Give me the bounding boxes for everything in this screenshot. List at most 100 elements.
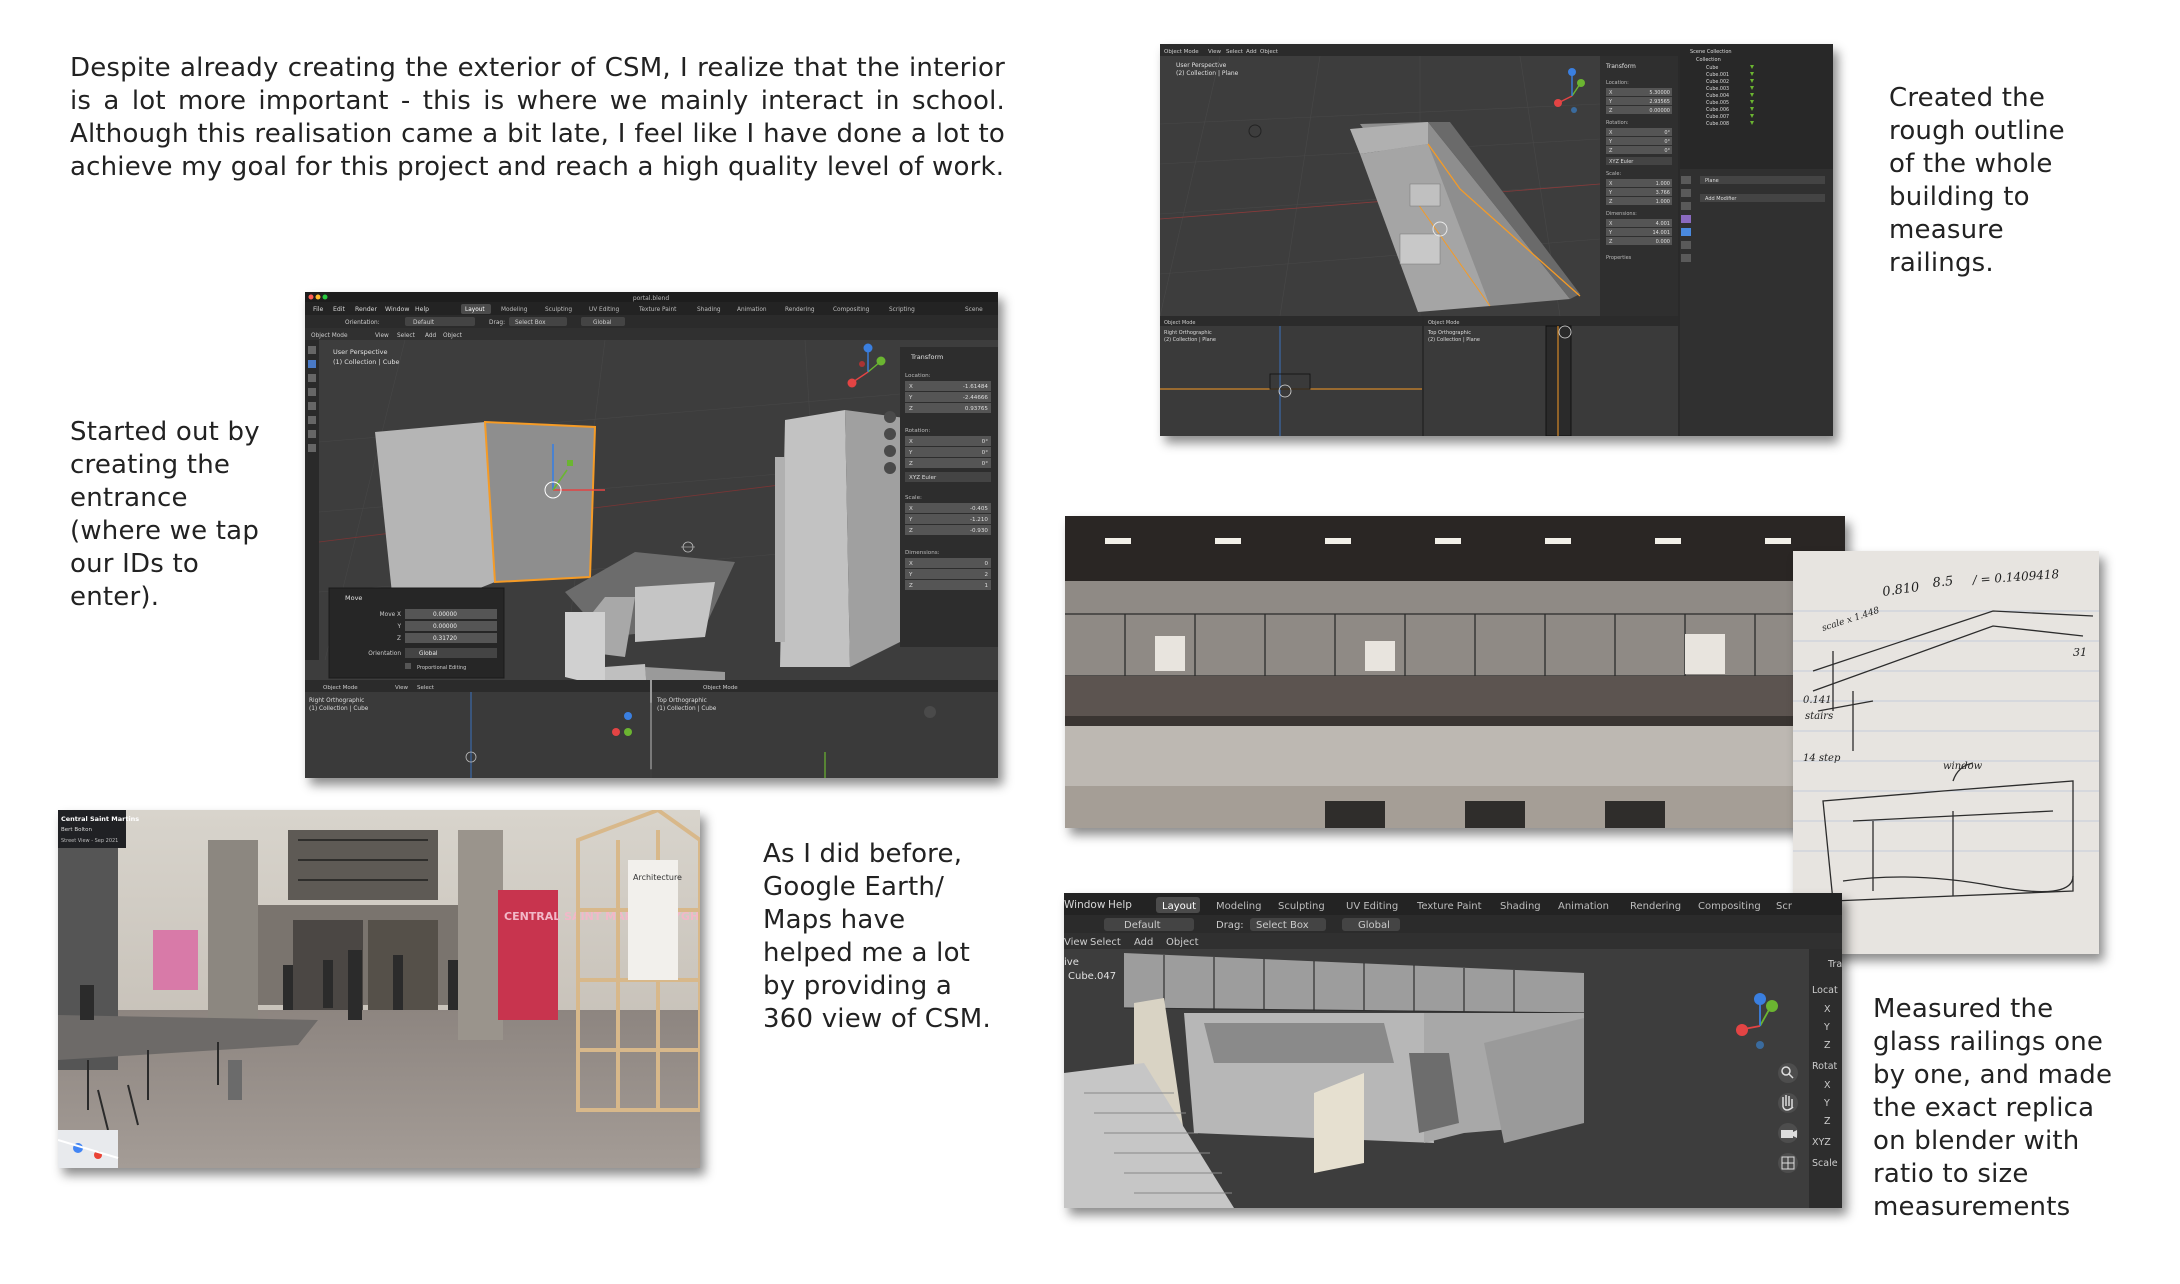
add-menu[interactable]: Add — [1246, 49, 1257, 55]
sketch-note-3: 14 step — [1803, 753, 1841, 764]
view-menu[interactable]: View — [1208, 49, 1222, 55]
tab-sculpting[interactable]: Sculpting — [545, 307, 572, 313]
tab-rendering[interactable]: Rendering — [785, 307, 815, 313]
svg-text:Location:: Location: — [905, 373, 931, 379]
tab-compositing[interactable]: Compositing — [833, 307, 870, 313]
intro-paragraph: Despite already creating the exterior of… — [70, 53, 1005, 182]
menu-window[interactable]: Window — [385, 306, 409, 313]
svg-text:0.00000: 0.00000 — [433, 612, 457, 618]
tab-sculpting[interactable]: Sculpting — [1278, 901, 1325, 912]
viewport-subtitle: (1) Collection | Cube — [333, 358, 400, 366]
tab-shading[interactable]: Shading — [1500, 901, 1541, 912]
tab-texture-paint[interactable]: Texture Paint — [638, 307, 677, 313]
view-menu[interactable]: View — [375, 333, 389, 339]
bottom-right-viewport[interactable]: Object Mode Top Orthographic (1) Collect… — [652, 680, 998, 778]
transform-panel: Transform Location: X -1.61484 Y -2.44666 … — [900, 347, 998, 647]
object-menu[interactable]: Object — [1260, 49, 1279, 55]
svg-text:Collection: Collection — [1696, 57, 1721, 63]
menu-help[interactable]: Help — [1108, 899, 1132, 911]
menu-help[interactable]: Help — [415, 306, 429, 313]
minimap[interactable] — [58, 1130, 119, 1168]
svg-text:Global: Global — [1358, 920, 1390, 931]
svg-text:Bert Bolton: Bert Bolton — [61, 827, 93, 833]
svg-text:4.001: 4.001 — [1656, 221, 1670, 227]
select-menu[interactable]: Select — [1090, 937, 1121, 948]
svg-text:Rotation:: Rotation: — [905, 428, 930, 434]
svg-text:Z: Z — [1609, 148, 1613, 154]
window-title: portal.blend — [633, 295, 670, 302]
object-menu[interactable]: Object — [443, 333, 463, 339]
tab-uv-editing[interactable]: UV Editing — [589, 307, 620, 313]
svg-text:0.000: 0.000 — [1656, 239, 1670, 245]
tab-rendering[interactable]: Rendering — [1630, 901, 1681, 912]
add-menu[interactable]: Add — [425, 333, 437, 339]
svg-text:Select: Select — [417, 685, 435, 691]
viewport-subtitle: Cube.047 — [1068, 971, 1116, 982]
svg-text:2: 2 — [984, 572, 988, 578]
svg-text:14.001: 14.001 — [1653, 230, 1671, 236]
bottom-left-viewport[interactable]: Object Mode Right Orthographic (2) Colle… — [1160, 316, 1422, 436]
svg-text:Tra: Tra — [1827, 959, 1842, 970]
menu-window[interactable]: Window — [1064, 899, 1106, 911]
svg-text:0°: 0° — [1664, 139, 1670, 145]
svg-text:X: X — [1824, 1080, 1831, 1091]
svg-text:Transform: Transform — [910, 353, 943, 361]
outliner-panel[interactable]: Scene Collection Collection Cube Cube.00… — [1680, 44, 1833, 436]
svg-text:Default: Default — [1124, 920, 1161, 931]
svg-text:Cube.002: Cube.002 — [1706, 79, 1729, 85]
move-operator-panel[interactable]: Move Move X 0.00000 Y 0.00000 Z 0.31720 … — [328, 587, 505, 679]
tab-uv-editing[interactable]: UV Editing — [1346, 901, 1398, 912]
board-label: Architecture — [633, 873, 682, 882]
select-menu[interactable]: Select — [1226, 49, 1244, 55]
transform-panel: Transform Location: X 5.30000 Y 2.93565 Z0… — [1600, 56, 1678, 316]
svg-text:0.00000: 0.00000 — [433, 624, 457, 630]
svg-text:(2) Collection | Plane: (2) Collection | Plane — [1428, 337, 1480, 343]
mode-menu[interactable]: Object Mode — [1164, 49, 1199, 55]
tab-texture-paint[interactable]: Texture Paint — [1416, 901, 1482, 912]
tab-scripting[interactable]: Scripting — [889, 307, 915, 313]
menu-file[interactable]: File — [313, 306, 324, 313]
object-menu[interactable]: Object — [1166, 937, 1199, 948]
svg-text:Orientation: Orientation — [368, 651, 401, 657]
menu-edit[interactable]: Edit — [333, 306, 346, 313]
svg-text:Proportional Editing: Proportional Editing — [417, 665, 466, 671]
blender-outline-screenshot: Object Mode View Select Add Object User … — [1160, 44, 1833, 436]
viewport-title: User Perspective — [1176, 62, 1227, 69]
tab-compositing[interactable]: Compositing — [1698, 901, 1761, 912]
scene-selector[interactable]: Scene — [965, 307, 983, 313]
add-menu[interactable]: Add — [1134, 937, 1153, 948]
tab-modeling[interactable]: Modeling — [1216, 901, 1262, 912]
svg-text:1: 1 — [984, 583, 988, 589]
tab-shading[interactable]: Shading — [697, 307, 721, 313]
svg-text:XYZ Euler: XYZ Euler — [909, 475, 937, 481]
bottom-left-viewport[interactable]: Object Mode View Select Right Orthograph… — [305, 680, 650, 778]
svg-text:Z: Z — [909, 528, 913, 534]
svg-text:X: X — [909, 506, 913, 512]
tab-animation[interactable]: Animation — [1558, 901, 1609, 912]
svg-text:(2) Collection | Plane: (2) Collection | Plane — [1164, 337, 1216, 343]
bottom-right-viewport[interactable]: Object Mode Top Orthographic (2) Collect… — [1424, 316, 1678, 436]
svg-text:Y: Y — [908, 450, 913, 456]
svg-text:X: X — [1609, 90, 1613, 96]
svg-text:Street View - Sep 2021: Street View - Sep 2021 — [61, 838, 118, 844]
select-menu[interactable]: Select — [397, 333, 416, 339]
sketch-note-1: 0.141 — [1803, 695, 1832, 706]
tab-scripting[interactable]: Scr — [1776, 901, 1793, 912]
svg-text:Z: Z — [1609, 239, 1613, 245]
svg-text:Right Orthographic: Right Orthographic — [1164, 330, 1212, 336]
svg-text:Z: Z — [1609, 108, 1613, 114]
tab-animation[interactable]: Animation — [737, 307, 767, 313]
view-menu[interactable]: View — [1064, 937, 1088, 948]
svg-text:Cube.004: Cube.004 — [1706, 93, 1729, 99]
svg-text:Rotation:: Rotation: — [1606, 120, 1629, 126]
railings-photo — [1065, 516, 1845, 828]
svg-text:Global: Global — [593, 320, 612, 326]
svg-text:Layout: Layout — [1162, 901, 1196, 912]
menu-render[interactable]: Render — [355, 306, 377, 313]
svg-text:3.766: 3.766 — [1656, 190, 1670, 196]
svg-text:Rotat: Rotat — [1812, 1061, 1838, 1072]
mode-dropdown[interactable]: Object Mode — [311, 333, 348, 339]
svg-text:Z: Z — [909, 406, 913, 412]
tab-modeling[interactable]: Modeling — [501, 307, 528, 313]
svg-text:Move: Move — [345, 594, 362, 602]
